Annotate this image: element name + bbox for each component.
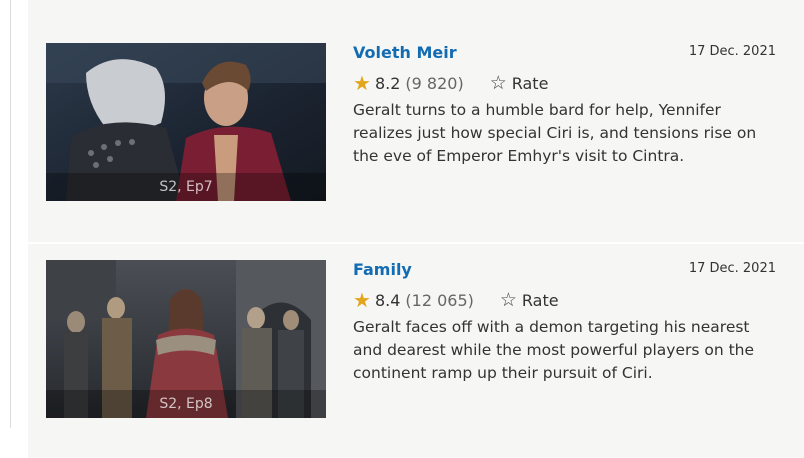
episode-card: S2, Ep7 Voleth Meir 17 Dec. 2021 ★ 8.2 (… — [28, 28, 804, 242]
episode-thumbnail[interactable]: S2, Ep8 — [46, 260, 326, 418]
episode-title-link[interactable]: Family — [353, 260, 412, 279]
rate-button[interactable]: ☆ Rate — [499, 288, 559, 311]
episode-plot: Geralt faces off with a demon targeting … — [353, 318, 755, 382]
star-outline-icon: ☆ — [489, 71, 507, 94]
season-episode-label: S2, Ep7 — [46, 173, 326, 201]
episode-plot: Geralt turns to a humble bard for help, … — [353, 101, 757, 165]
star-outline-icon: ☆ — [499, 288, 517, 311]
episode-title-link[interactable]: Voleth Meir — [353, 43, 457, 62]
rating-row: ★ 8.4 (12 065) ☆ Rate — [353, 288, 559, 312]
air-date: 17 Dec. 2021 — [688, 261, 776, 276]
rating-row: ★ 8.2 (9 820) ☆ Rate — [353, 71, 548, 95]
rate-label: Rate — [521, 290, 559, 310]
rating-value: 8.4 — [374, 290, 401, 310]
rate-button[interactable]: ☆ Rate — [489, 71, 549, 94]
vote-count: (12 065) — [405, 290, 474, 310]
air-date: 17 Dec. 2021 — [688, 44, 776, 59]
vote-count: (9 820) — [405, 73, 464, 93]
star-filled-icon: ★ — [353, 288, 371, 312]
left-divider — [10, 0, 11, 428]
season-episode-label: S2, Ep8 — [46, 390, 326, 418]
star-filled-icon: ★ — [353, 71, 371, 95]
episode-thumbnail[interactable]: S2, Ep7 — [46, 43, 326, 201]
rating-value: 8.2 — [374, 73, 401, 93]
rate-label: Rate — [511, 73, 549, 93]
previous-episode-card-bottom — [28, 0, 804, 28]
episode-card: S2, Ep8 Family 17 Dec. 2021 ★ 8.4 (12 06… — [28, 244, 804, 458]
